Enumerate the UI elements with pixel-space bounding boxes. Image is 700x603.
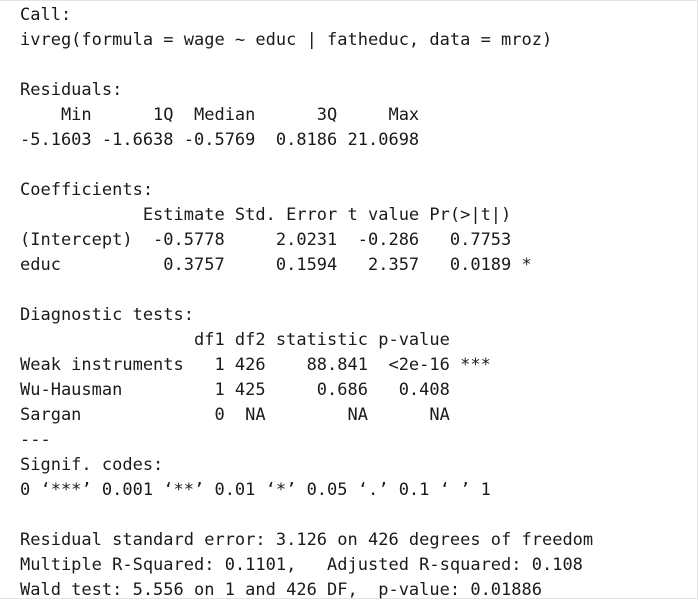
diagnostic-heading: Diagnostic tests: [20,305,194,325]
wald-test-line: Wald test: 5.556 on 1 and 426 DF, p-valu… [20,580,542,600]
call-text: ivreg(formula = wage ~ educ | fatheduc, … [20,30,553,50]
signif-heading: Signif. codes: [20,455,164,475]
separator-line: --- [20,430,51,450]
residuals-values: -5.1603 -1.6638 -0.5769 0.8186 21.0698 [20,130,420,150]
coefficients-header: Estimate Std. Error t value Pr(>|t|) [20,205,512,225]
coefficients-heading: Coefficients: [20,180,154,200]
residual-standard-error: Residual standard error: 3.126 on 426 de… [20,530,594,550]
console-output: Call: ivreg(formula = wage ~ educ | fath… [0,0,698,600]
coefficient-row-intercept: (Intercept) -0.5778 2.0231 -0.286 0.7753 [20,230,512,250]
diagnostic-row-sargan: Sargan 0 NA NA NA [20,405,450,425]
coefficient-row-educ: educ 0.3757 0.1594 2.357 0.0189 * [20,255,532,275]
residuals-heading: Residuals: [20,80,123,100]
diagnostic-row-weak-instruments: Weak instruments 1 426 88.841 <2e-16 *** [20,355,491,375]
r-squared-line: Multiple R-Squared: 0.1101, Adjusted R-s… [20,555,583,575]
residuals-header: Min 1Q Median 3Q Max [20,105,420,125]
diagnostic-row-wu-hausman: Wu-Hausman 1 425 0.686 0.408 [20,380,450,400]
signif-legend: 0 ‘***’ 0.001 ‘**’ 0.01 ‘*’ 0.05 ‘.’ 0.1… [20,480,491,500]
call-heading: Call: [20,5,72,25]
diagnostic-header: df1 df2 statistic p-value [20,330,450,350]
